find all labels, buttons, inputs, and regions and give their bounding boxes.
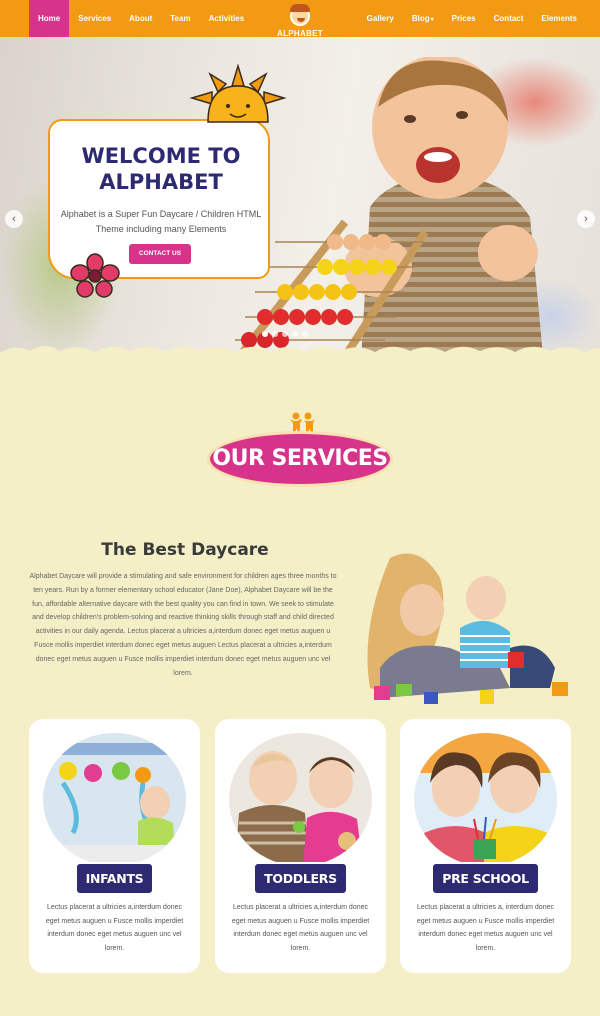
slider-dot[interactable] [282, 331, 288, 337]
service-card-preschool[interactable]: PRE SCHOOL Lectus placerat a ultricies a… [400, 719, 571, 973]
flower-icon [70, 253, 120, 298]
our-services-title: OUR SERVICES [207, 431, 393, 487]
logo-face-icon [290, 4, 310, 26]
infants-text: Lectus placerat a ultricies a,interdum d… [45, 904, 184, 952]
welcome-title-line1: WELCOME TO [81, 144, 241, 168]
welcome-description: Alphabet is a Super Fun Daycare / Childr… [60, 209, 262, 234]
slider-dot[interactable] [272, 331, 278, 337]
toddlers-text: Lectus placerat a ultricies a,interdum d… [231, 904, 370, 952]
nav-gallery[interactable]: Gallery [358, 0, 403, 37]
toddlers-label: TODDLERS [215, 862, 386, 895]
nav-services[interactable]: Services [69, 0, 120, 37]
welcome-title: WELCOME TO ALPHABET [50, 143, 272, 195]
contact-us-button[interactable]: CONTACT US [129, 244, 191, 264]
preschool-label: PRE SCHOOL [400, 862, 571, 895]
top-navigation: Home Services About Team Activities ALPH… [0, 0, 600, 47]
preschool-photo [414, 733, 557, 866]
preschool-text: Lectus placerat a ultricies a, interdum … [416, 904, 555, 952]
welcome-title-line2: ALPHABET [99, 170, 223, 194]
nav-activities[interactable]: Activities [200, 0, 254, 37]
nav-blog[interactable]: Blog▾ [403, 0, 443, 37]
service-card-toddlers[interactable]: TODDLERS Lectus placerat a ultricies a,i… [215, 719, 386, 973]
nav-right-group: Gallery Blog▾ Prices Contact Elements [358, 0, 586, 37]
service-card-infants[interactable]: INFANTS Lectus placerat a ultricies a,in… [29, 719, 200, 973]
chevron-right-icon[interactable]: › [577, 210, 595, 228]
slider-dot[interactable] [292, 331, 298, 337]
nav-left-group: Home Services About Team Activities [29, 0, 253, 37]
nav-team[interactable]: Team [161, 0, 199, 37]
nav-blog-label: Blog [411, 14, 430, 23]
toddlers-photo [229, 733, 372, 866]
sun-icon [189, 64, 287, 123]
chevron-left-icon[interactable]: ‹ [5, 210, 23, 228]
slider-dot[interactable] [262, 331, 268, 337]
nav-home[interactable]: Home [29, 0, 70, 37]
nav-prices[interactable]: Prices [443, 0, 485, 37]
mother-baby-image [367, 553, 568, 704]
best-daycare-text: Alphabet Daycare will provide a stimulat… [29, 573, 337, 677]
nav-elements[interactable]: Elements [532, 0, 586, 37]
hero-wave-divider [0, 346, 600, 353]
infants-label: INFANTS [29, 862, 200, 895]
chevron-down-icon: ▾ [430, 17, 434, 23]
slider-dot[interactable] [302, 331, 308, 337]
infants-photo [43, 733, 186, 866]
nav-contact[interactable]: Contact [485, 0, 533, 37]
slider-dots [262, 331, 308, 337]
best-daycare-title: The Best Daycare [101, 540, 269, 560]
nav-about[interactable]: About [120, 0, 161, 37]
